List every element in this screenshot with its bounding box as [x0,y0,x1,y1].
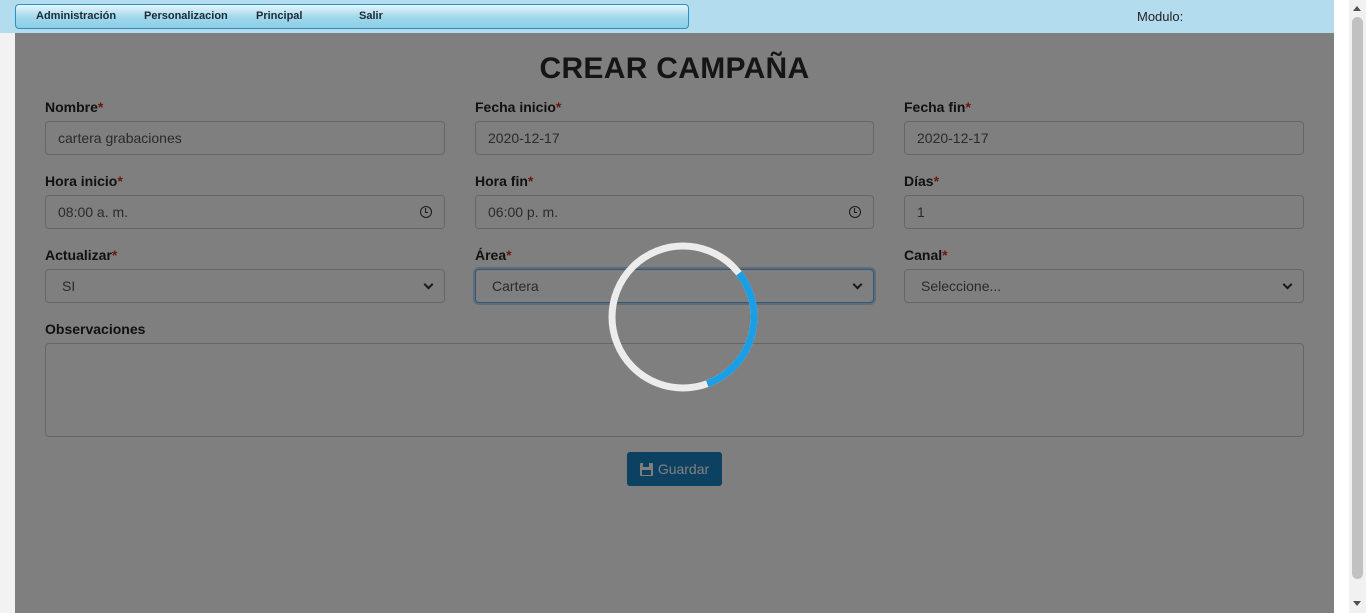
page-gutter [1334,0,1349,613]
modulo-label: Modulo: [1137,9,1184,24]
vertical-scrollbar[interactable] [1349,0,1366,613]
top-bar: Administración Personalizacion Principal… [0,0,1334,33]
scroll-down-icon[interactable] [1353,601,1361,606]
main-menu: Administración Personalizacion Principal… [15,4,689,29]
menu-item-administracion[interactable]: Administración [36,10,116,22]
scroll-up-icon[interactable] [1353,6,1361,11]
spinner-progress-arc [608,242,758,392]
loading-spinner-icon [608,242,758,392]
menu-item-principal[interactable]: Principal [256,10,302,22]
scroll-thumb[interactable] [1352,17,1363,579]
menu-item-personalizacion[interactable]: Personalizacion [144,10,228,22]
menu-item-salir[interactable]: Salir [359,10,383,22]
